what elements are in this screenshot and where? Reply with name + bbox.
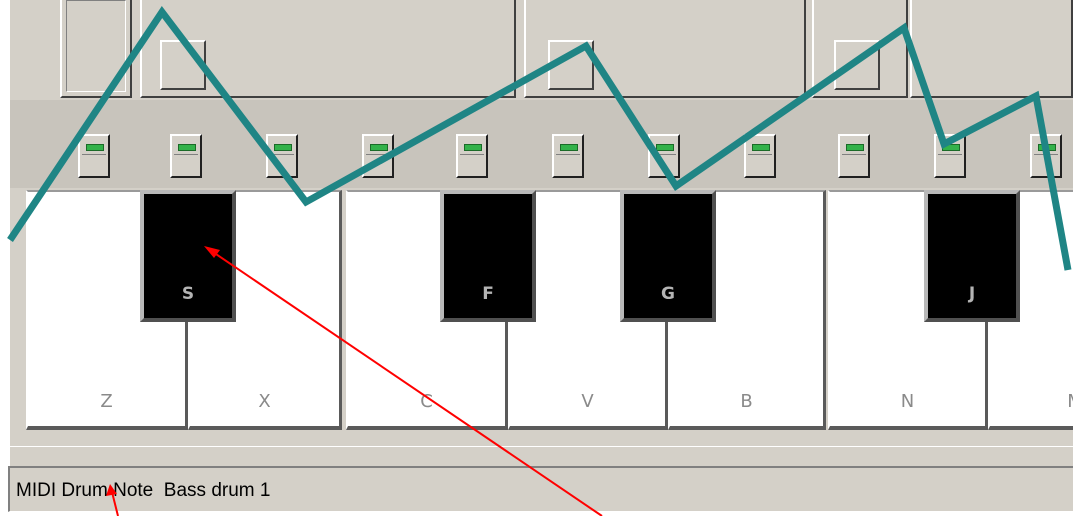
drum-keyboard-window: Z X C V B N M S F G J MIDI Drum Note Bas… <box>0 0 1073 516</box>
annotation-overlay <box>7 5 1072 516</box>
status-arrow-line <box>111 491 119 516</box>
status-arrow-head <box>106 484 117 496</box>
envelope-line <box>7 5 1072 271</box>
annotation-arrow-line <box>209 249 603 516</box>
